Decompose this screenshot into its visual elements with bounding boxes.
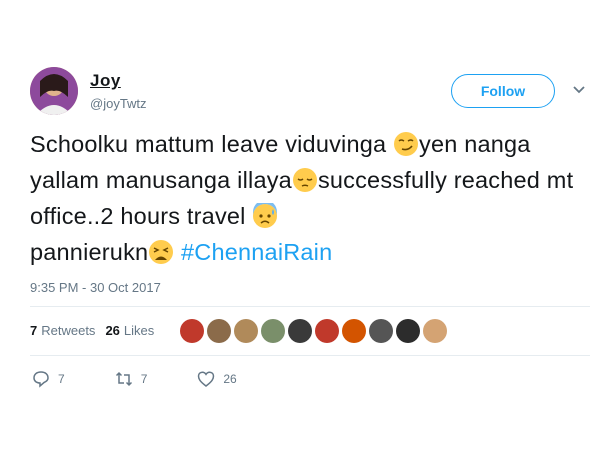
- avatar[interactable]: [30, 67, 78, 115]
- user-handle[interactable]: @joyTwtz: [90, 96, 147, 111]
- display-name[interactable]: Joy: [90, 71, 121, 91]
- avatar-image: [30, 67, 78, 115]
- liker-avatar[interactable]: [315, 319, 339, 343]
- retweet-icon: [115, 371, 132, 387]
- liker-avatar[interactable]: [288, 319, 312, 343]
- likes-label: Likes: [123, 323, 155, 338]
- smirking-face-icon: [394, 132, 419, 156]
- reply-icon: [33, 371, 49, 388]
- liker-avatar[interactable]: [369, 319, 393, 343]
- divider: [30, 355, 590, 356]
- reply-count: 7: [58, 372, 65, 386]
- reply-action[interactable]: 7: [32, 370, 65, 388]
- retweet-action[interactable]: 7: [115, 370, 148, 388]
- retweets-count: 7: [30, 323, 38, 338]
- liker-avatar[interactable]: [207, 319, 231, 343]
- chevron-down-icon[interactable]: [572, 83, 586, 97]
- hashtag-link[interactable]: #ChennaiRain: [181, 239, 332, 265]
- pensive-face-icon: [292, 168, 317, 192]
- tweet-text: Schoolku mattum leave viduvinga yen nang…: [30, 126, 595, 270]
- retweets-label: Retweets: [41, 323, 96, 338]
- follow-button[interactable]: Follow: [451, 74, 555, 108]
- divider: [30, 306, 590, 307]
- liker-avatars: [180, 319, 447, 343]
- retweet-count: 7: [140, 372, 148, 386]
- like-action[interactable]: 26: [197, 370, 237, 388]
- liker-avatar[interactable]: [180, 319, 204, 343]
- tweet-text-segment: Schoolku mattum leave viduvinga: [30, 131, 394, 157]
- likes-stat[interactable]: 26 Likes: [105, 323, 154, 338]
- tweet-actions: 7 7 26: [32, 370, 287, 388]
- like-count: 26: [223, 372, 237, 386]
- liker-avatar[interactable]: [234, 319, 258, 343]
- heart-icon: [198, 371, 215, 387]
- liker-avatar[interactable]: [261, 319, 285, 343]
- retweets-stat[interactable]: 7 Retweets: [30, 323, 95, 338]
- tweet-text-segment: pannierukn: [30, 239, 149, 265]
- liker-avatar[interactable]: [342, 319, 366, 343]
- liker-avatar[interactable]: [396, 319, 420, 343]
- tweet-timestamp[interactable]: 9:35 PM - 30 Oct 2017: [30, 280, 161, 295]
- liker-avatar[interactable]: [423, 319, 447, 343]
- engagement-stats: 7 Retweets 26 Likes: [30, 323, 154, 338]
- tired-face-icon: [149, 240, 174, 264]
- anxious-face-with-sweat-icon: [253, 203, 278, 228]
- likes-count: 26: [105, 323, 120, 338]
